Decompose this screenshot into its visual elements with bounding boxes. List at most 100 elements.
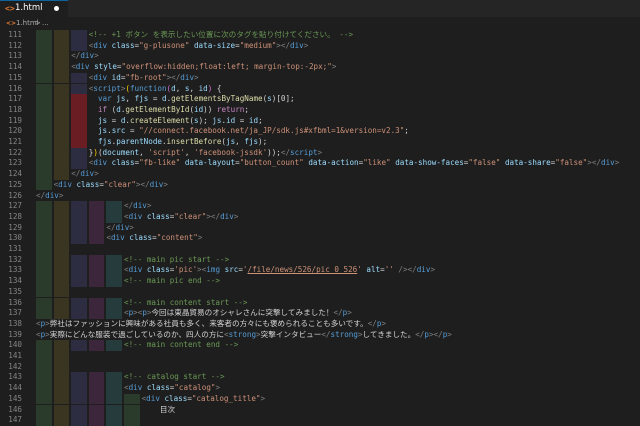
code-text: var js, fjs = d.getElementsByTagName(s)[… xyxy=(89,94,295,105)
line-number: 140 xyxy=(8,340,22,350)
indent-guide xyxy=(106,265,122,277)
code-token: 突撃インタビュー xyxy=(260,329,322,339)
line-number: 136 xyxy=(8,297,22,307)
indent-guide xyxy=(53,30,70,41)
code-line[interactable]: 137 <p><p>今回は東晶貿易のオシャレさんに突撃してみました！</p> xyxy=(0,308,640,319)
line-number: 122 xyxy=(8,147,22,157)
indent-guide xyxy=(53,126,70,137)
code-line[interactable]: 135 xyxy=(0,286,640,298)
indent-guide xyxy=(88,265,105,277)
code-line[interactable]: 121 fjs.parentNode.insertBefore(js, fjs)… xyxy=(0,137,640,148)
line-number: 125 xyxy=(8,179,22,189)
code-line[interactable]: 123 <div class="fb-like" data-layout="but… xyxy=(0,158,640,170)
indent-guide xyxy=(36,83,52,95)
code-line[interactable]: 129 </div> xyxy=(0,222,640,234)
indent-guide xyxy=(106,211,122,223)
code-line[interactable]: 141 xyxy=(0,351,640,362)
code-line[interactable]: 118 if (d.getElementById(id)) return; xyxy=(0,104,640,116)
code-token: getElementById xyxy=(125,104,190,114)
code-line[interactable]: 144 <div class="catalog"> xyxy=(0,383,640,394)
indent-guide xyxy=(106,415,122,426)
indent-guide xyxy=(71,254,87,266)
indent-guide xyxy=(36,62,52,73)
code-token: class xyxy=(111,40,135,50)
line-number: 126 xyxy=(8,190,22,200)
line-number: 132 xyxy=(8,254,22,264)
indent-guide xyxy=(36,297,52,309)
code-token: > xyxy=(381,318,386,328)
code-text: <div style="overflow:hidden;float:left; … xyxy=(71,62,336,73)
code-token: , xyxy=(189,83,199,93)
code-token: img xyxy=(206,265,221,275)
code-line[interactable]: 127 </div> xyxy=(0,201,640,212)
indent-guide xyxy=(36,372,52,384)
code-line[interactable]: 111 <!-- +1 ボタン を表示したい位置に次のタグを貼り付けてください。 … xyxy=(0,30,640,41)
code-text: </div> xyxy=(36,191,63,202)
code-token: </ xyxy=(210,211,221,221)
code-line[interactable]: 113 </div> xyxy=(0,51,640,63)
indent-guide xyxy=(106,372,122,384)
line-number: 111 xyxy=(8,30,22,39)
code-line[interactable]: 146 目次 xyxy=(0,404,640,416)
code-token: )) xyxy=(203,104,213,114)
code-token: ; xyxy=(244,104,249,114)
code-line[interactable]: 114 <div style="overflow:hidden;float:lef… xyxy=(0,62,640,73)
code-text: js.src = "//connect.facebook.net/ja_JP/s… xyxy=(89,126,409,137)
code-editor[interactable]: 111 <!-- +1 ボタン を表示したい位置に次のタグを貼り付けてください。 … xyxy=(0,30,640,426)
breadcrumb-separator: > xyxy=(35,19,41,27)
code-token: > xyxy=(614,158,620,168)
indent-guide xyxy=(36,276,52,287)
code-line[interactable]: 134 <!-- main pic end --> xyxy=(0,276,640,287)
code-line[interactable]: 147 xyxy=(0,415,640,426)
code-line[interactable]: 140 <!-- main content end --> xyxy=(0,340,640,351)
indent-guide xyxy=(36,40,52,52)
code-token: 弊社はファッションに興味がある社員も多く、来客者の方々にも褒められることも多いで… xyxy=(49,318,368,328)
code-line[interactable]: 126 </div> xyxy=(0,191,640,202)
code-line[interactable]: 115 <div id="fb-root"></div> xyxy=(0,72,640,84)
indent-guide xyxy=(36,404,52,416)
code-line[interactable]: 133 <div class='pic'><img src='/file/news… xyxy=(0,265,640,277)
code-line[interactable]: 112 <div class="g-plusone" data-size="med… xyxy=(0,40,640,52)
code-line[interactable]: 117 var js, fjs = d.getElementsByTagName… xyxy=(0,94,640,105)
code-line[interactable]: 128 <div class="clear"></div> xyxy=(0,211,640,223)
code-line[interactable]: 136 <!-- main content start --> xyxy=(0,297,640,309)
indent-guide xyxy=(106,404,122,416)
code-line[interactable]: 125 <div class="clear"></div> xyxy=(0,179,640,191)
code-text: js = d.createElement(s); js.id = id; xyxy=(89,116,263,127)
code-token: > xyxy=(447,329,452,339)
code-line[interactable]: 122})(document, 'script', 'facebook-jssd… xyxy=(0,147,640,159)
code-line[interactable]: 145 <div class="catalog_title"> xyxy=(0,393,640,405)
code-text: </div> xyxy=(124,201,151,212)
code-token: data-share xyxy=(504,158,551,168)
code-line[interactable]: 138 <p>弊社はファッションに興味がある社員も多く、来客者の方々にも褒められる… xyxy=(0,319,640,330)
code-line[interactable]: 132 <!-- main pic start --> xyxy=(0,254,640,266)
code-line[interactable]: 119 js = d.createElement(s); js.id = id; xyxy=(0,115,640,127)
unsaved-dot-icon[interactable] xyxy=(54,6,59,11)
code-line[interactable]: 120 js.src = "//connect.facebook.net/ja_… xyxy=(0,126,640,137)
code-line[interactable]: 116 <script>(function(d, s, id) { xyxy=(0,83,640,95)
code-line[interactable]: 124 </div> xyxy=(0,169,640,180)
code-token: > xyxy=(260,393,266,403)
breadcrumb-symbol[interactable]: ... xyxy=(42,17,49,30)
code-text: <div class="clear"></div> xyxy=(54,180,168,191)
line-number: 118 xyxy=(8,104,22,114)
indent-guide xyxy=(53,404,70,416)
indent-guide xyxy=(36,169,52,180)
indent-guide xyxy=(71,393,87,405)
code-line[interactable]: 139 <p>実際にどんな服装で過ごしているのか、四人の方に<strong>突撃イ… xyxy=(0,330,640,341)
indent-guide xyxy=(88,393,105,405)
code-line[interactable]: 142 xyxy=(0,361,640,373)
code-line[interactable]: 130 <div class="content"> xyxy=(0,233,640,244)
indent-guide xyxy=(106,276,122,287)
code-line[interactable]: 131 xyxy=(0,244,640,255)
line-number: 128 xyxy=(8,211,22,221)
code-text: <!-- main content start --> xyxy=(124,298,247,309)
indent-guide xyxy=(36,383,52,394)
tab-1-html[interactable]: <> 1.html xyxy=(0,0,68,17)
code-token: "catalog" xyxy=(174,383,216,393)
indent-guide xyxy=(71,211,87,223)
indent-guide xyxy=(36,51,52,63)
code-line[interactable]: 143 <!-- catalog start --> xyxy=(0,372,640,384)
code-token: 'pic' xyxy=(174,265,198,275)
indent-guide xyxy=(88,276,105,287)
